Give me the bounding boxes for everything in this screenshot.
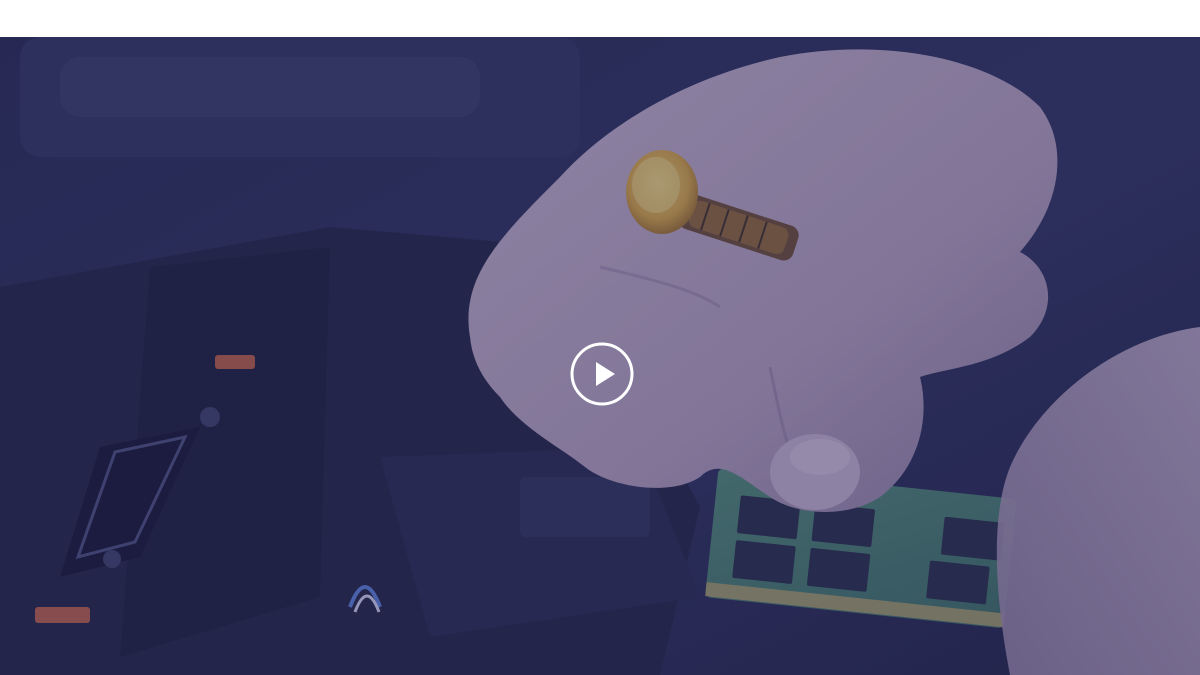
video-player[interactable] — [0, 37, 1200, 675]
play-button[interactable] — [570, 342, 634, 406]
play-circle-icon — [570, 342, 634, 406]
page — [0, 0, 1200, 675]
